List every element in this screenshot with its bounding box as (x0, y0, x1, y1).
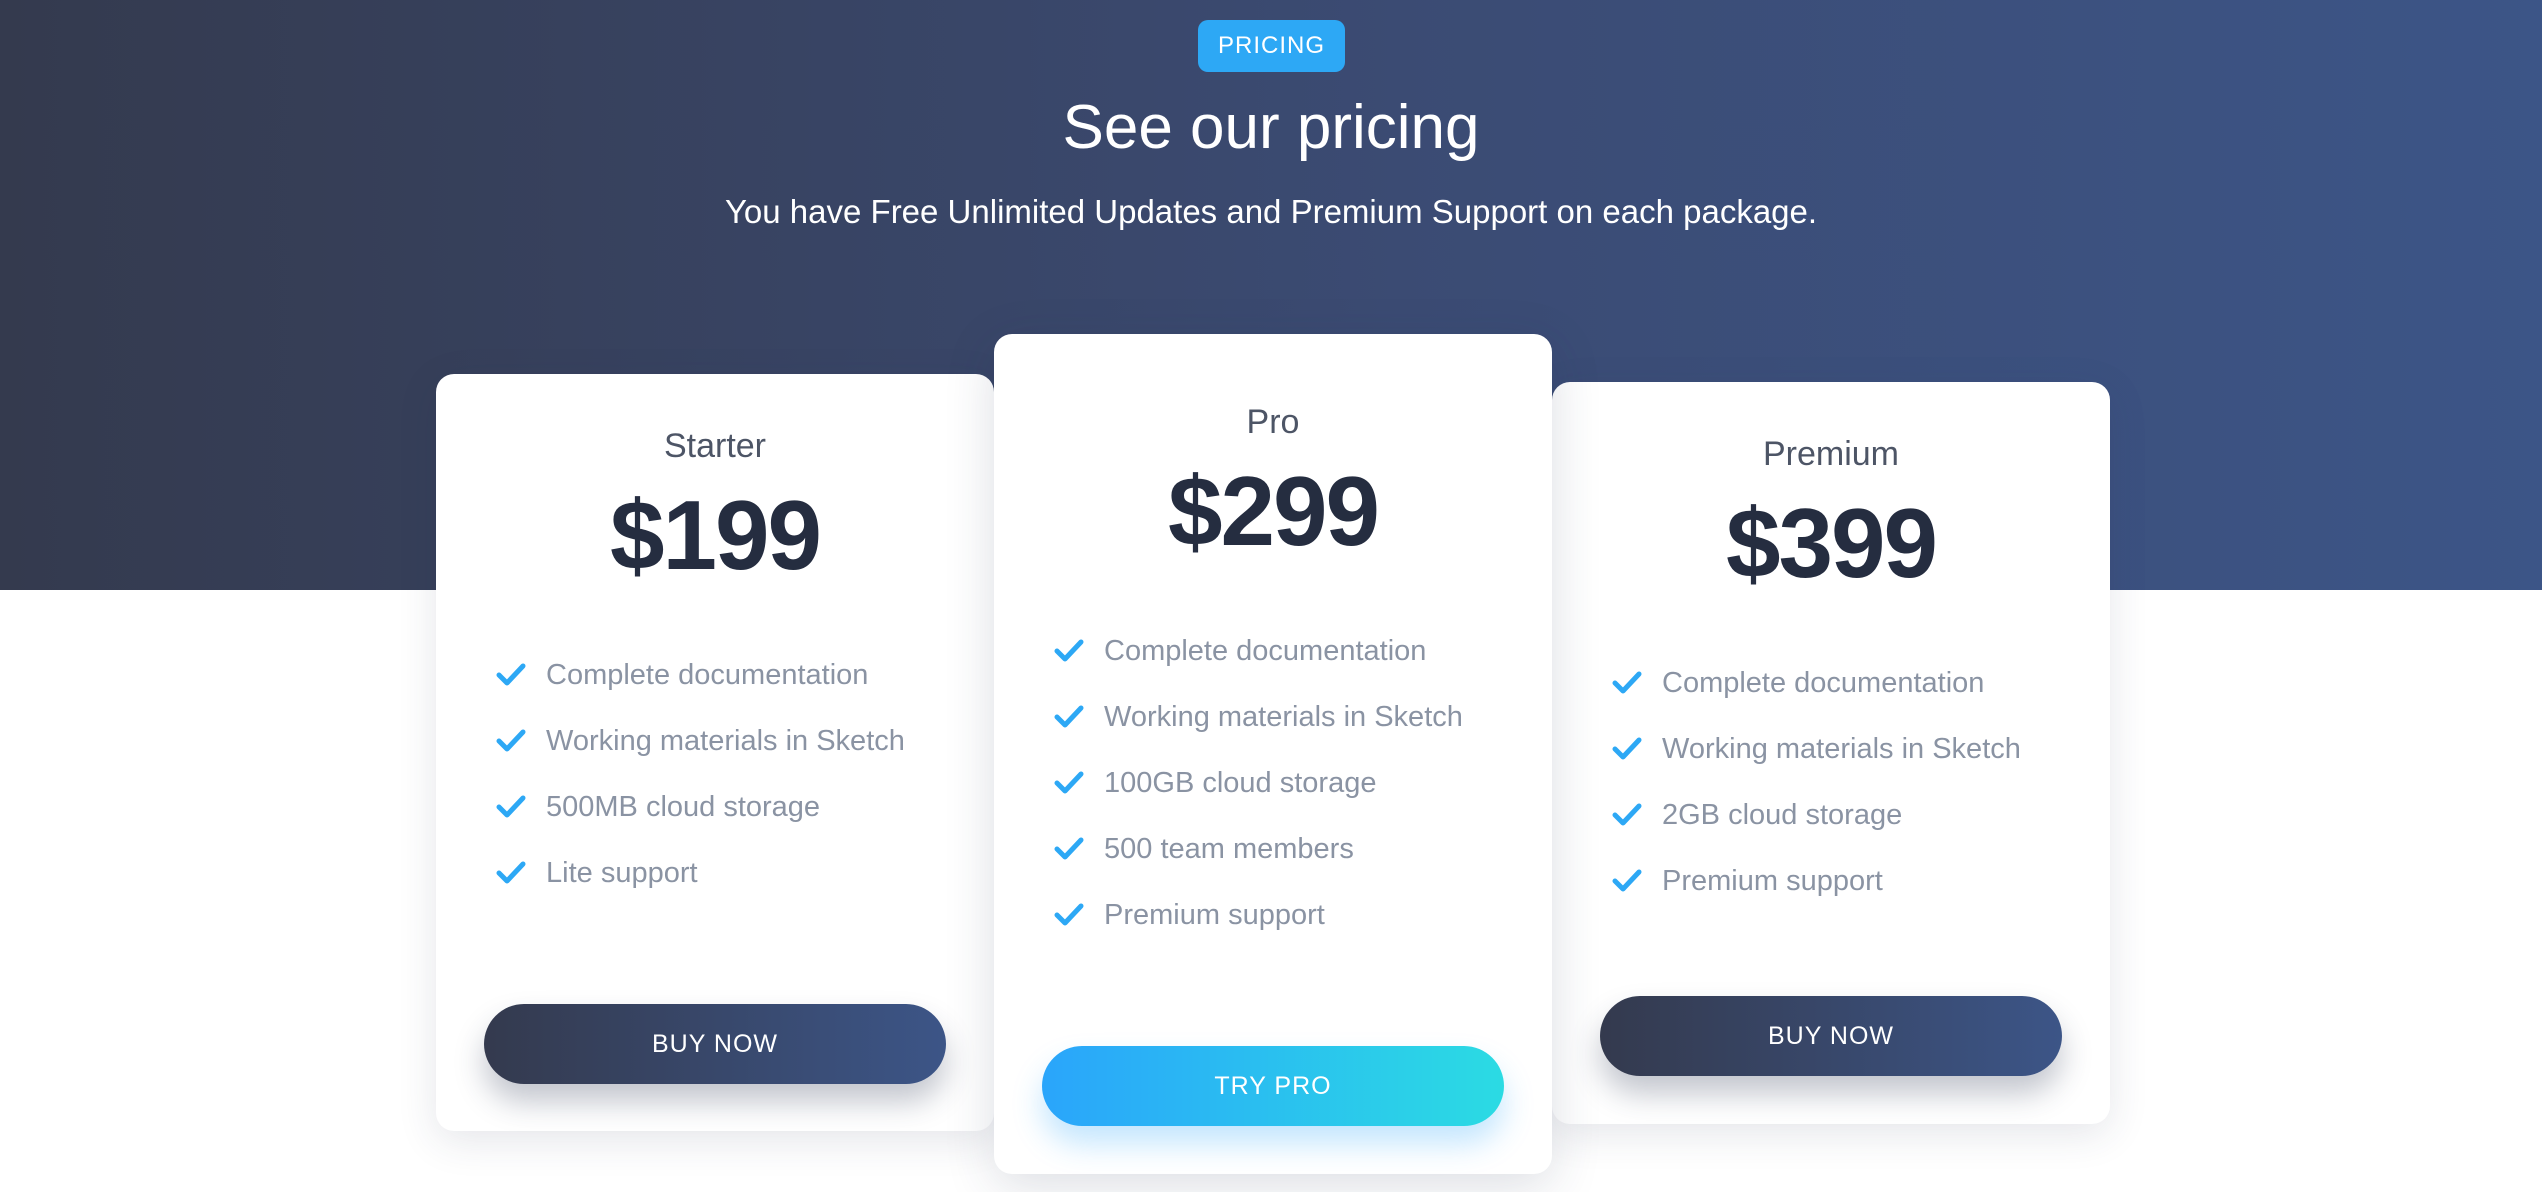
check-icon (1612, 803, 1642, 826)
feature-label: Complete documentation (1104, 635, 1427, 667)
feature-list: Complete documentation Working materials… (1612, 658, 2052, 922)
feature-item: 500MB cloud storage (496, 782, 936, 832)
feature-item: Working materials in Sketch (1054, 692, 1494, 742)
feature-item: Working materials in Sketch (1612, 724, 2052, 774)
check-icon (1612, 737, 1642, 760)
feature-list: Complete documentation Working materials… (1054, 626, 1494, 956)
feature-item: Lite support (496, 848, 936, 898)
check-icon (1054, 903, 1084, 926)
feature-label: Complete documentation (1662, 667, 1985, 699)
feature-label: Premium support (1662, 865, 1883, 897)
check-icon (1612, 869, 1642, 892)
check-icon (1054, 771, 1084, 794)
check-icon (496, 861, 526, 884)
page-subtitle: You have Free Unlimited Updates and Prem… (724, 193, 1818, 230)
plan-price: $399 (1725, 488, 1938, 598)
feature-label: Complete documentation (546, 659, 869, 691)
check-icon (496, 729, 526, 752)
feature-list: Complete documentation Working materials… (496, 650, 936, 914)
buy-now-button-premium[interactable]: BUY NOW (1600, 996, 2062, 1076)
feature-item: 2GB cloud storage (1612, 790, 2052, 840)
buy-now-button-starter[interactable]: BUY NOW (484, 1004, 946, 1084)
feature-item: 100GB cloud storage (1054, 758, 1494, 808)
plan-name: Starter (663, 427, 767, 465)
check-icon (1054, 639, 1084, 662)
check-icon (1612, 671, 1642, 694)
feature-item: Working materials in Sketch (496, 716, 936, 766)
pricing-card-premium: Premium $399 Complete documentation Work… (1552, 382, 2110, 1124)
check-icon (1054, 837, 1084, 860)
plan-name: Premium (1762, 435, 1900, 473)
check-icon (496, 795, 526, 818)
feature-label: Lite support (546, 857, 698, 889)
feature-item: Complete documentation (496, 650, 936, 700)
plan-price: $299 (1167, 456, 1380, 566)
feature-label: Premium support (1104, 899, 1325, 931)
pricing-card-starter: Starter $199 Complete documentation Work… (436, 374, 994, 1131)
feature-item: 500 team members (1054, 824, 1494, 874)
feature-label: Working materials in Sketch (1104, 701, 1463, 733)
feature-label: 100GB cloud storage (1104, 767, 1377, 799)
pricing-badge: PRICING (1198, 20, 1345, 72)
feature-item: Complete documentation (1054, 626, 1494, 676)
pricing-card-pro: Pro $299 Complete documentation Working … (994, 334, 1552, 1174)
feature-item: Complete documentation (1612, 658, 2052, 708)
feature-item: Premium support (1054, 890, 1494, 940)
feature-label: 2GB cloud storage (1662, 799, 1903, 831)
feature-item: Premium support (1612, 856, 2052, 906)
feature-label: 500MB cloud storage (546, 791, 821, 823)
page-title: See our pricing (1062, 93, 1480, 162)
feature-label: Working materials in Sketch (546, 725, 905, 757)
feature-label: Working materials in Sketch (1662, 733, 2021, 765)
check-icon (496, 663, 526, 686)
plan-name: Pro (1246, 403, 1300, 441)
feature-label: 500 team members (1104, 833, 1354, 865)
try-pro-button[interactable]: TRY PRO (1042, 1046, 1504, 1126)
plan-price: $199 (609, 480, 822, 590)
check-icon (1054, 705, 1084, 728)
